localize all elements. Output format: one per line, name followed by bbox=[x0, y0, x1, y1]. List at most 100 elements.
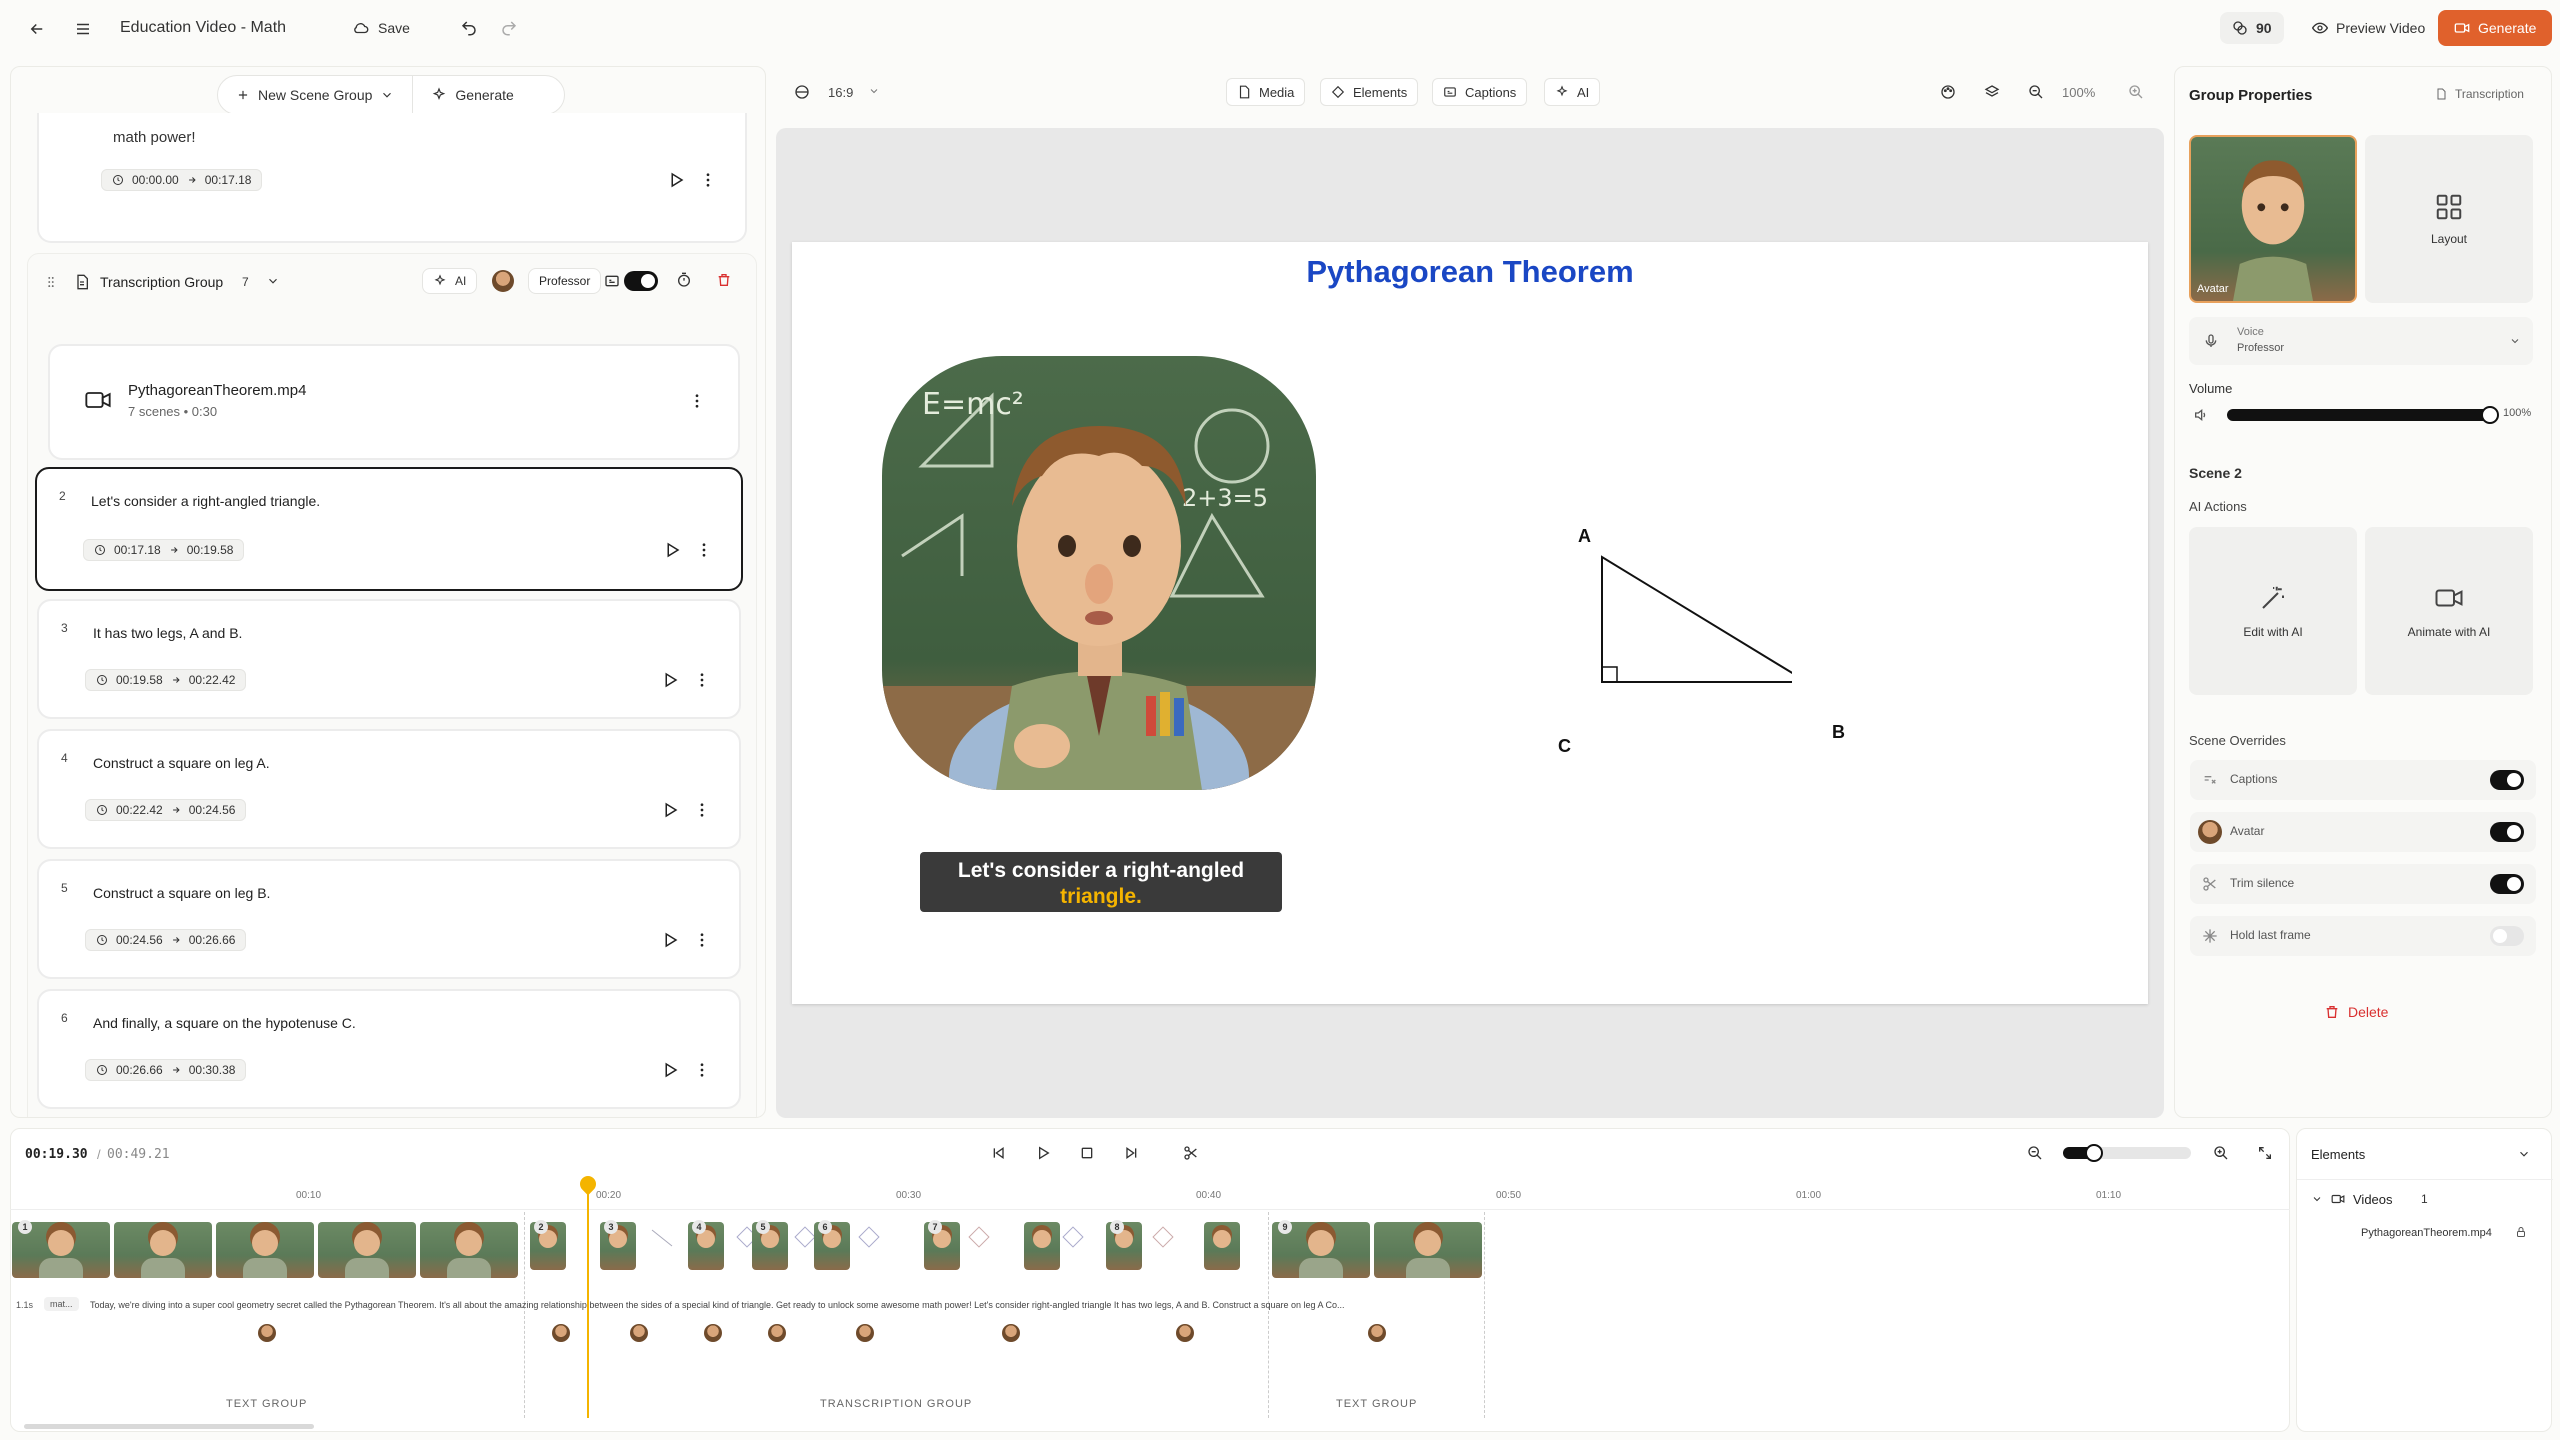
transcription-button[interactable]: Transcription bbox=[2435, 87, 2524, 101]
scene-text[interactable]: It has two legs, A and B. bbox=[93, 625, 242, 641]
more-vertical-icon[interactable] bbox=[693, 1061, 711, 1079]
play-icon[interactable] bbox=[661, 671, 679, 689]
avatar[interactable] bbox=[704, 1324, 722, 1342]
scene-time-pill[interactable]: 00:19.58 00:22.42 bbox=[85, 669, 247, 691]
scene-time-pill[interactable]: 00:22.42 00:24.56 bbox=[85, 799, 247, 821]
ai-button[interactable]: AI bbox=[1544, 78, 1601, 106]
scene-time-pill[interactable]: 00:17.18 00:19.58 bbox=[83, 539, 245, 561]
scene-text[interactable]: Construct a square on leg A. bbox=[93, 755, 270, 771]
skip-back-icon[interactable] bbox=[991, 1145, 1007, 1161]
save-button[interactable]: Save bbox=[352, 19, 410, 37]
play-icon[interactable] bbox=[663, 541, 681, 559]
video-thumbnail[interactable] bbox=[114, 1222, 212, 1278]
avatar[interactable] bbox=[1176, 1324, 1194, 1342]
play-icon[interactable] bbox=[661, 801, 679, 819]
video-thumbnail[interactable] bbox=[318, 1222, 416, 1278]
timer-icon[interactable] bbox=[676, 272, 692, 288]
elements-button[interactable]: Elements bbox=[1320, 78, 1419, 106]
video-file-card[interactable]: PythagoreanTheorem.mp4 7 scenes • 0:30 bbox=[48, 344, 740, 460]
triangle-diagram[interactable] bbox=[1552, 542, 1792, 722]
scene-time-pill[interactable]: 00:24.56 00:26.66 bbox=[85, 929, 247, 951]
play-icon[interactable] bbox=[1035, 1145, 1051, 1161]
generate-button[interactable]: Generate bbox=[2438, 10, 2553, 46]
override-trim-silence-toggle[interactable] bbox=[2490, 874, 2524, 894]
scene-card-4[interactable]: 4 Construct a square on leg A. 00:22.42 … bbox=[37, 729, 741, 849]
avatar[interactable] bbox=[1002, 1324, 1020, 1342]
override-avatar-toggle[interactable] bbox=[2490, 822, 2524, 842]
zoom-in-icon[interactable] bbox=[2213, 1145, 2229, 1161]
play-icon[interactable] bbox=[661, 1061, 679, 1079]
new-scene-group-button[interactable]: New Scene Group bbox=[218, 76, 414, 114]
transcript-track[interactable]: Today, we're diving into a super cool ge… bbox=[90, 1300, 1480, 1310]
avatar-video[interactable]: E=mc² 2+3=5 bbox=[882, 356, 1316, 790]
drag-handle-icon[interactable] bbox=[44, 274, 58, 290]
menu-icon[interactable] bbox=[74, 20, 92, 38]
scene-generate-button[interactable]: Generate bbox=[413, 87, 531, 103]
timeline-zoom-slider[interactable] bbox=[2063, 1144, 2191, 1162]
zoom-out-icon[interactable] bbox=[2028, 84, 2044, 100]
chevron-down-icon[interactable] bbox=[868, 85, 880, 97]
avatar[interactable] bbox=[768, 1324, 786, 1342]
avatar[interactable] bbox=[1368, 1324, 1386, 1342]
zoom-in-icon[interactable] bbox=[2128, 84, 2144, 100]
scene-text[interactable]: And finally, a square on the hypotenuse … bbox=[93, 1015, 356, 1031]
more-vertical-icon[interactable] bbox=[699, 171, 717, 189]
volume-slider[interactable] bbox=[2227, 406, 2499, 424]
play-icon[interactable] bbox=[667, 171, 685, 189]
animate-with-ai-button[interactable]: Animate with AI bbox=[2365, 527, 2533, 695]
delete-button[interactable]: Delete bbox=[2324, 1004, 2388, 1020]
edit-with-ai-button[interactable]: Edit with AI bbox=[2189, 527, 2357, 695]
chevron-down-icon[interactable] bbox=[2311, 1193, 2323, 1205]
layers-icon[interactable] bbox=[1984, 84, 2000, 100]
scene-time-pill[interactable]: 00:26.66 00:30.38 bbox=[85, 1059, 247, 1081]
video-thumbnail[interactable] bbox=[1374, 1222, 1482, 1278]
avatar[interactable] bbox=[856, 1324, 874, 1342]
override-captions-toggle[interactable] bbox=[2490, 770, 2524, 790]
captions-toggle[interactable] bbox=[624, 271, 658, 291]
mat-chip[interactable]: mat... bbox=[44, 1297, 79, 1311]
scene-card-2[interactable]: 2 Let's consider a right-angled triangle… bbox=[35, 467, 743, 591]
scene-text[interactable]: Construct a square on leg B. bbox=[93, 885, 270, 901]
video-thumbnail[interactable] bbox=[420, 1222, 518, 1278]
override-hold-last-frame-toggle[interactable] bbox=[2490, 926, 2524, 946]
volume-slider-thumb[interactable] bbox=[2481, 406, 2499, 424]
undo-icon[interactable] bbox=[460, 19, 478, 37]
timeline-scrollbar[interactable] bbox=[24, 1424, 314, 1429]
scene-thumbnail[interactable] bbox=[1204, 1222, 1240, 1270]
chevron-down-icon[interactable] bbox=[2517, 1147, 2531, 1161]
caption-box[interactable]: Let's consider a right-angled triangle. bbox=[920, 852, 1282, 912]
trash-icon[interactable] bbox=[716, 272, 732, 288]
avatar-preview-card[interactable]: Avatar bbox=[2189, 135, 2357, 303]
lock-icon[interactable] bbox=[2515, 1226, 2527, 1238]
media-button[interactable]: Media bbox=[1226, 78, 1306, 106]
layout-button[interactable]: Layout bbox=[2365, 135, 2533, 303]
chevron-down-icon[interactable] bbox=[266, 274, 280, 288]
avatar[interactable] bbox=[630, 1324, 648, 1342]
avatar[interactable] bbox=[258, 1324, 276, 1342]
avatar[interactable] bbox=[492, 270, 514, 292]
video-thumbnail[interactable] bbox=[216, 1222, 314, 1278]
aspect-ratio-value[interactable]: 16:9 bbox=[828, 85, 853, 100]
captions-button[interactable]: Captions bbox=[1432, 78, 1528, 106]
back-arrow-icon[interactable] bbox=[28, 20, 46, 38]
video-canvas[interactable]: Pythagorean Theorem E=mc² 2+3=5 Let's co… bbox=[792, 242, 2148, 1004]
zoom-out-icon[interactable] bbox=[2027, 1145, 2043, 1161]
scene-card-6[interactable]: 6 And finally, a square on the hypotenus… bbox=[37, 989, 741, 1109]
redo-icon[interactable] bbox=[500, 19, 518, 37]
voice-chip[interactable]: Professor bbox=[528, 268, 602, 294]
intro-time-pill[interactable]: 00:00.00 00:17.18 bbox=[101, 169, 263, 191]
element-file-name[interactable]: PythagoreanTheorem.mp4 bbox=[2361, 1227, 2492, 1239]
voice-select[interactable]: Voice Professor bbox=[2189, 317, 2533, 365]
speed-chip[interactable]: 1.1s bbox=[16, 1300, 33, 1310]
avatar[interactable] bbox=[552, 1324, 570, 1342]
more-vertical-icon[interactable] bbox=[695, 541, 713, 559]
group-ai-button[interactable]: AI bbox=[422, 268, 478, 294]
scissors-icon[interactable] bbox=[1183, 1145, 1199, 1161]
preview-video-button[interactable]: Preview Video bbox=[2300, 12, 2437, 44]
scene-text[interactable]: Let's consider a right-angled triangle. bbox=[91, 493, 320, 509]
canvas-title[interactable]: Pythagorean Theorem bbox=[792, 254, 2148, 290]
aspect-ratio-icon[interactable] bbox=[794, 84, 810, 100]
zoom-slider-thumb[interactable] bbox=[2085, 1144, 2103, 1162]
play-icon[interactable] bbox=[661, 931, 679, 949]
more-vertical-icon[interactable] bbox=[693, 801, 711, 819]
